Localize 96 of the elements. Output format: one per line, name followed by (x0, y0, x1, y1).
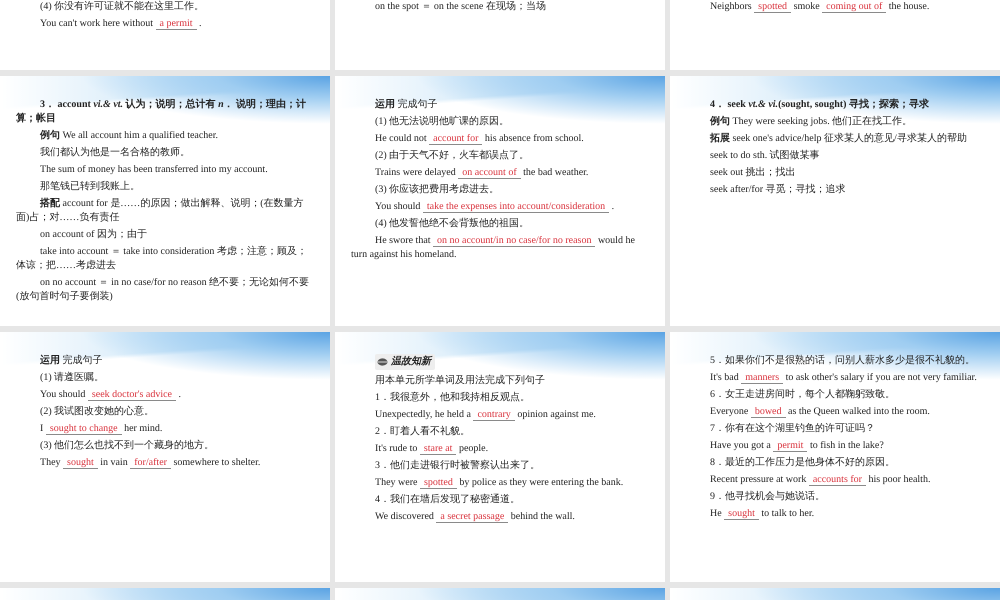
sentence-text: Trains were delayed (375, 167, 456, 178)
sentence-text: 拓展 seek one's advice/help 征求某人的意见/寻求某人的帮助 (710, 133, 967, 144)
sentence-text: would he (598, 235, 635, 246)
fill-in-line: manners (741, 372, 784, 384)
sentence-text: on the spot ＝ on the scene 在现场；当场 (375, 1, 546, 12)
fill-in-line: for/after (130, 457, 171, 469)
sentence-text: on no account ＝ in no case/for no reason 绝不要；无论如何不要(放句首时句子要倒装) (16, 277, 310, 302)
sentence-text: the bad weather. (523, 167, 588, 178)
sentence-text: He (710, 508, 722, 519)
sentence-text: 运用 完成句子 (375, 99, 438, 110)
fill-in-line: accounts for (808, 474, 866, 486)
sentence-text: (1) 请遵医嘱。 (40, 372, 104, 383)
sentence-text: 那笔钱已转到我账上。 (40, 181, 140, 192)
sentence-text: It's rude to (375, 443, 418, 454)
sentence-text: seek out 挑出；找出 (710, 167, 796, 178)
sentence-text: You should (40, 389, 86, 400)
sentence-text: (3) 你应该把费用考虑进去。 (375, 184, 500, 195)
sentence-text: You can't work here without (40, 18, 153, 29)
fill-in-line: stare at (420, 443, 456, 455)
sentence-text: 例句 We all account him a qualified teacher. (40, 130, 218, 141)
sentence-text: They were (375, 477, 418, 488)
sentence-text: familiar. (943, 372, 977, 383)
fill-in-line: seek doctor's advice (88, 389, 176, 401)
fill-in-line: sought to change (46, 423, 122, 435)
sentence-text: It's bad (710, 372, 739, 383)
badge-label: 温故知新 (391, 355, 431, 369)
sentence-text: 4． seek vt.& vi.(sought, sought) 寻找；探索；寻求 (710, 99, 929, 110)
sentence-text: He swore that (375, 235, 431, 246)
sentence-text: turn against his homeland. (351, 249, 457, 260)
sentence-text: 7．你有在这个湖里钓鱼的许可证吗？ (710, 423, 875, 434)
sentence-text: (1) 他无法说明他旷课的原因。 (375, 116, 510, 127)
sentence-text: somewhere to shelter. (173, 457, 260, 468)
sentence-text: smoke (794, 1, 820, 12)
sentence-text: behind the wall. (510, 511, 575, 522)
sentence-text: Recent pressure at work (710, 474, 806, 485)
sentence-text: . (199, 18, 202, 29)
sentence-text: Unexpectedly, he held a (375, 409, 471, 420)
fill-in-line: sought (63, 457, 98, 469)
sentence-text: on account of 因为；由于 (40, 229, 147, 240)
sentence-text: to fish in the lake? (810, 440, 884, 451)
sentence-text: 9．他寻找机会与她说话。 (710, 491, 825, 502)
sentence-text: The sum of money has been transferred into my account. (40, 164, 268, 175)
sentence-text: 我们都认为他是一名合格的教师。 (40, 147, 190, 158)
sentence-text: (3) 他们怎么也找不到一个藏身的地方。 (40, 440, 214, 451)
fill-in-line: sought (724, 508, 759, 520)
sentence-text: (2) 由于天气不好，火车都误点了。 (375, 150, 530, 161)
sentence-text: seek to do sth. 试图做某事 (710, 150, 820, 161)
sentence-text: I (40, 423, 44, 434)
fill-in-line: spotted (754, 1, 792, 13)
sentence-text: Everyone (710, 406, 748, 417)
sentence-text: in vain (100, 457, 128, 468)
fill-in-line: take the expenses into account/consideration (422, 201, 610, 213)
circle-icon (377, 358, 388, 366)
sentence-text: 5．如果你们不是很熟的话，问别人薪水多少是很不礼貌的。 (710, 355, 975, 366)
sentence-text: 4．我们在墙后发现了秘密通道。 (375, 494, 520, 505)
sentence-text: They (40, 457, 61, 468)
sentence-text: Neighbors (710, 1, 752, 12)
fill-in-line: a secret passage (436, 511, 508, 523)
fill-in-line: coming out of (822, 1, 886, 13)
sentence-text: Have you got a (710, 440, 771, 451)
sentence-text: 2．盯着人看不礼貌。 (375, 426, 470, 437)
sentence-text: the house. (888, 1, 930, 12)
sentence-text: 1．我很意外，他和我持相反观点。 (375, 392, 530, 403)
fill-in-line: on account of (458, 167, 521, 179)
sentence-text: . (178, 389, 181, 400)
sentence-text: 6．女王走进房间时，每个人都鞠躬致敬。 (710, 389, 895, 400)
sentence-text: his absence from school. (484, 133, 584, 144)
sentence-text: You should (375, 201, 420, 212)
sentence-text: to ask other's salary if you are not very (786, 372, 941, 383)
sentence-text: people. (458, 443, 488, 454)
fill-in-line: on no account/in no case/for no reason (433, 235, 596, 247)
sentence-text: 例句 They were seeking jobs. 他们正在找工作。 (710, 116, 912, 127)
fill-in-line: spotted (420, 477, 457, 489)
sentence-text: (4) 他发誓他绝不会背叛他的祖国。 (375, 218, 530, 229)
sentence-text: her mind. (124, 423, 162, 434)
fill-in-line: a permit (156, 18, 197, 30)
sentence-text: as the Queen walked into the room. (788, 406, 930, 417)
sentence-text: seek after/for 寻觅；寻找；追求 (710, 184, 846, 195)
sentence-text: by police as they were entering the bank. (459, 477, 624, 488)
sentence-text: 3． account vi.& vt. 认为；说明；总计有 n． 说明；理由；计算；帐目 (16, 99, 306, 124)
sentence-text: opinion against me. (517, 409, 596, 420)
sentence-text: to talk to her. (761, 508, 814, 519)
sentence-text: He could not (375, 133, 427, 144)
fill-in-line: account for (429, 133, 482, 145)
fill-in-line: contrary (473, 409, 515, 421)
sentence-text: (2) 我试图改变她的心意。 (40, 406, 154, 417)
sentence-text: 运用 完成句子 (40, 355, 102, 366)
sentence-text: 3．他们走进银行时被警察认出来了。 (375, 460, 540, 471)
sentence-text: 用本单元所学单词及用法完成下列句子 (375, 375, 545, 386)
sentence-text: 8．最近的工作压力是他身体不好的原因。 (710, 457, 895, 468)
sentence-text: We discovered (375, 511, 434, 522)
fill-in-line: permit (773, 440, 808, 452)
sentence-text: (4) 你没有许可证就不能在这里工作。 (40, 1, 204, 12)
fill-in-line: bowed (750, 406, 786, 418)
sentence-text: his poor health. (868, 474, 930, 485)
sentence-text: . (612, 201, 614, 212)
